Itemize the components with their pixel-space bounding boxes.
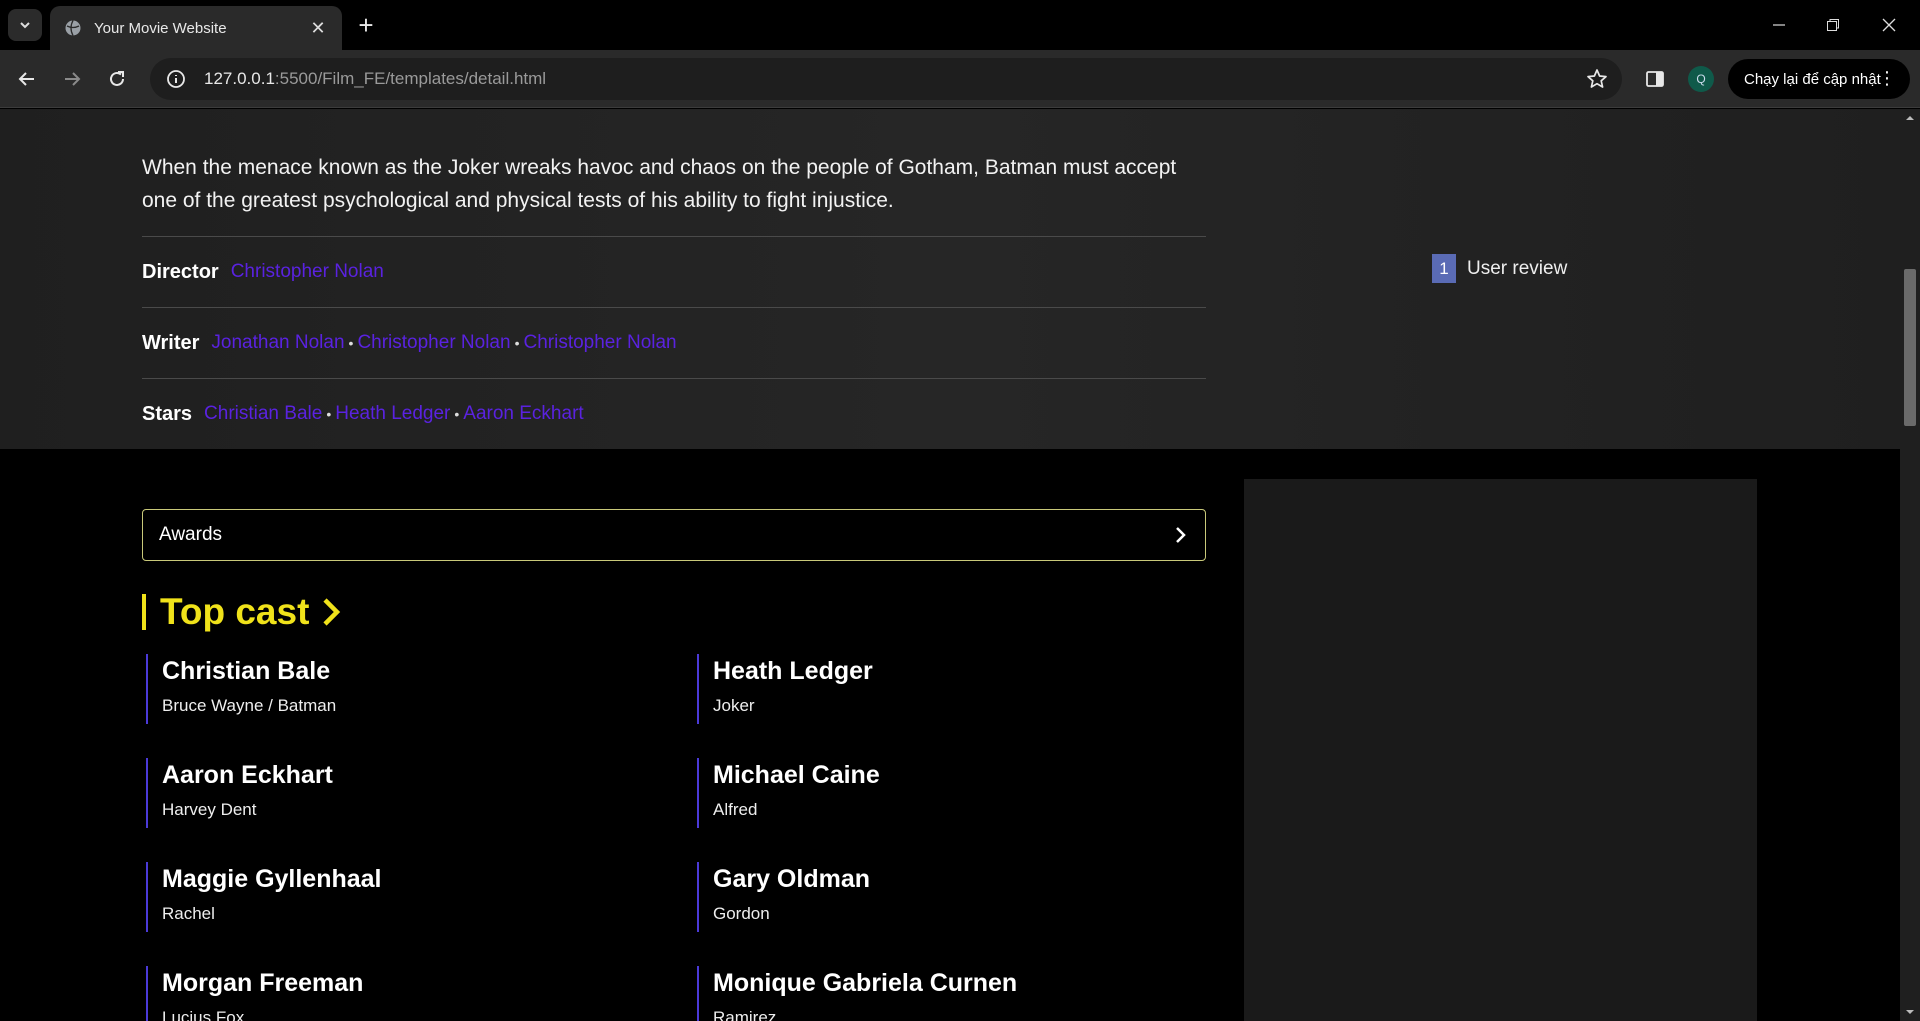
restore-button[interactable] bbox=[1810, 8, 1856, 42]
new-tab-button[interactable]: + bbox=[352, 11, 380, 39]
side-panel-button[interactable] bbox=[1640, 64, 1670, 94]
cast-name: Morgan Freeman bbox=[162, 969, 364, 997]
url-path: :5500/Film_FE/templates/detail.html bbox=[274, 69, 547, 88]
cast-member[interactable]: Morgan Freeman Lucius Fox bbox=[146, 966, 363, 1021]
cast-name: Monique Gabriela Curnen bbox=[713, 969, 1018, 997]
stars-label: Stars bbox=[142, 402, 193, 425]
update-button[interactable]: Chạy lại để cập nhật ⋮ bbox=[1728, 59, 1910, 99]
reload-icon bbox=[110, 71, 124, 86]
cast-role: Joker bbox=[713, 696, 755, 715]
writer-link[interactable]: Jonathan Nolan bbox=[211, 332, 344, 354]
scrollbar-thumb[interactable] bbox=[1904, 269, 1916, 426]
cast-name: Christian Bale bbox=[162, 657, 331, 685]
top-cast-heading[interactable]: Top cast bbox=[142, 591, 343, 633]
stars-row: Stars Christian Bale • Heath Ledger • Aa… bbox=[142, 378, 1206, 449]
separator: • bbox=[454, 406, 460, 422]
awards-label: Awards bbox=[159, 524, 223, 545]
top-cast-title: Top cast bbox=[160, 591, 310, 632]
cast-name: Aaron Eckhart bbox=[162, 761, 333, 789]
director-row: Director Christopher Nolan bbox=[142, 236, 1206, 307]
arrow-left-icon bbox=[18, 72, 34, 86]
user-review-link[interactable]: 1 User review bbox=[1432, 254, 1567, 283]
close-icon bbox=[1882, 18, 1896, 32]
back-button[interactable] bbox=[10, 62, 44, 96]
chevron-down-icon bbox=[20, 22, 30, 29]
forward-button[interactable] bbox=[55, 62, 89, 96]
side-panel-icon bbox=[1646, 71, 1664, 87]
cast-member[interactable]: Michael Caine Alfred bbox=[697, 758, 880, 828]
writer-link[interactable]: Christopher Nolan bbox=[523, 332, 676, 354]
minimize-button[interactable] bbox=[1756, 8, 1802, 42]
writer-link[interactable]: Christopher Nolan bbox=[357, 332, 510, 354]
star-link[interactable]: Heath Ledger bbox=[335, 403, 450, 425]
review-count-badge: 1 bbox=[1432, 254, 1456, 283]
movie-hero-section: When the menace known as the Joker wreak… bbox=[0, 109, 1900, 449]
cast-role: Ramirez bbox=[713, 1008, 777, 1021]
cast-name: Gary Oldman bbox=[713, 865, 870, 893]
cast-name: Michael Caine bbox=[713, 761, 880, 789]
star-link[interactable]: Christian Bale bbox=[204, 403, 322, 425]
close-icon[interactable]: ✕ bbox=[308, 18, 328, 38]
browser-toolbar: 127.0.0.1:5500/Film_FE/templates/detail.… bbox=[0, 50, 1920, 108]
movie-plot: When the menace known as the Joker wreak… bbox=[142, 156, 1177, 212]
cast-member[interactable]: Maggie Gyllenhaal Rachel bbox=[146, 862, 382, 932]
cast-member[interactable]: Gary Oldman Gordon bbox=[697, 862, 870, 932]
cast-role: Gordon bbox=[713, 904, 770, 923]
arrow-right-icon bbox=[65, 72, 81, 86]
cast-role: Bruce Wayne / Batman bbox=[162, 696, 337, 715]
restore-icon bbox=[1827, 19, 1839, 31]
cast-role: Lucius Fox bbox=[162, 1008, 245, 1021]
page-scrollbar[interactable] bbox=[1900, 109, 1920, 1021]
cast-member[interactable]: Christian Bale Bruce Wayne / Batman bbox=[146, 654, 336, 724]
sidebar-panel bbox=[1244, 479, 1757, 1021]
minimize-icon bbox=[1773, 24, 1785, 26]
review-label: User review bbox=[1467, 257, 1568, 279]
separator: • bbox=[348, 335, 354, 351]
browser-tab[interactable]: Your Movie Website ✕ bbox=[50, 6, 342, 50]
director-link[interactable]: Christopher Nolan bbox=[231, 261, 384, 283]
site-info-icon[interactable] bbox=[166, 69, 186, 89]
writer-label: Writer bbox=[142, 331, 200, 354]
browser-titlebar: Your Movie Website ✕ + bbox=[0, 0, 1920, 50]
page-viewport: When the menace known as the Joker wreak… bbox=[0, 109, 1900, 1021]
bookmark-star-icon[interactable] bbox=[1586, 68, 1608, 90]
cast-name: Maggie Gyllenhaal bbox=[162, 865, 382, 893]
heading-accent-bar bbox=[142, 594, 146, 630]
cast-member[interactable]: Heath Ledger Joker bbox=[697, 654, 873, 724]
chevron-right-icon bbox=[323, 598, 341, 626]
cast-role: Harvey Dent bbox=[162, 800, 257, 819]
cast-role: Rachel bbox=[162, 904, 215, 923]
tab-title: Your Movie Website bbox=[94, 19, 227, 37]
star-link[interactable]: Aaron Eckhart bbox=[463, 403, 583, 425]
awards-button[interactable]: Awards bbox=[142, 509, 1206, 561]
cast-role: Alfred bbox=[713, 800, 758, 819]
tab-search-button[interactable] bbox=[8, 9, 42, 41]
address-bar[interactable]: 127.0.0.1:5500/Film_FE/templates/detail.… bbox=[150, 58, 1622, 100]
cast-name: Heath Ledger bbox=[713, 657, 873, 685]
cast-member[interactable]: Monique Gabriela Curnen Ramirez bbox=[697, 966, 1017, 1021]
separator: • bbox=[514, 335, 520, 351]
globe-icon bbox=[65, 20, 81, 36]
director-label: Director bbox=[142, 260, 219, 283]
url-host: 127.0.0.1 bbox=[204, 69, 275, 88]
cast-member[interactable]: Aaron Eckhart Harvey Dent bbox=[146, 758, 333, 828]
chevron-right-icon bbox=[1176, 527, 1186, 543]
writer-row: Writer Jonathan Nolan • Christopher Nola… bbox=[142, 307, 1206, 378]
scroll-down-icon[interactable] bbox=[1900, 1005, 1920, 1019]
update-label: Chạy lại để cập nhật bbox=[1744, 70, 1881, 88]
profile-avatar[interactable]: Q bbox=[1688, 66, 1714, 92]
reload-button[interactable] bbox=[100, 62, 134, 96]
separator: • bbox=[326, 406, 332, 422]
close-window-button[interactable] bbox=[1866, 8, 1912, 42]
more-vertical-icon: ⋮ bbox=[1878, 68, 1896, 88]
scroll-up-icon[interactable] bbox=[1900, 111, 1920, 125]
